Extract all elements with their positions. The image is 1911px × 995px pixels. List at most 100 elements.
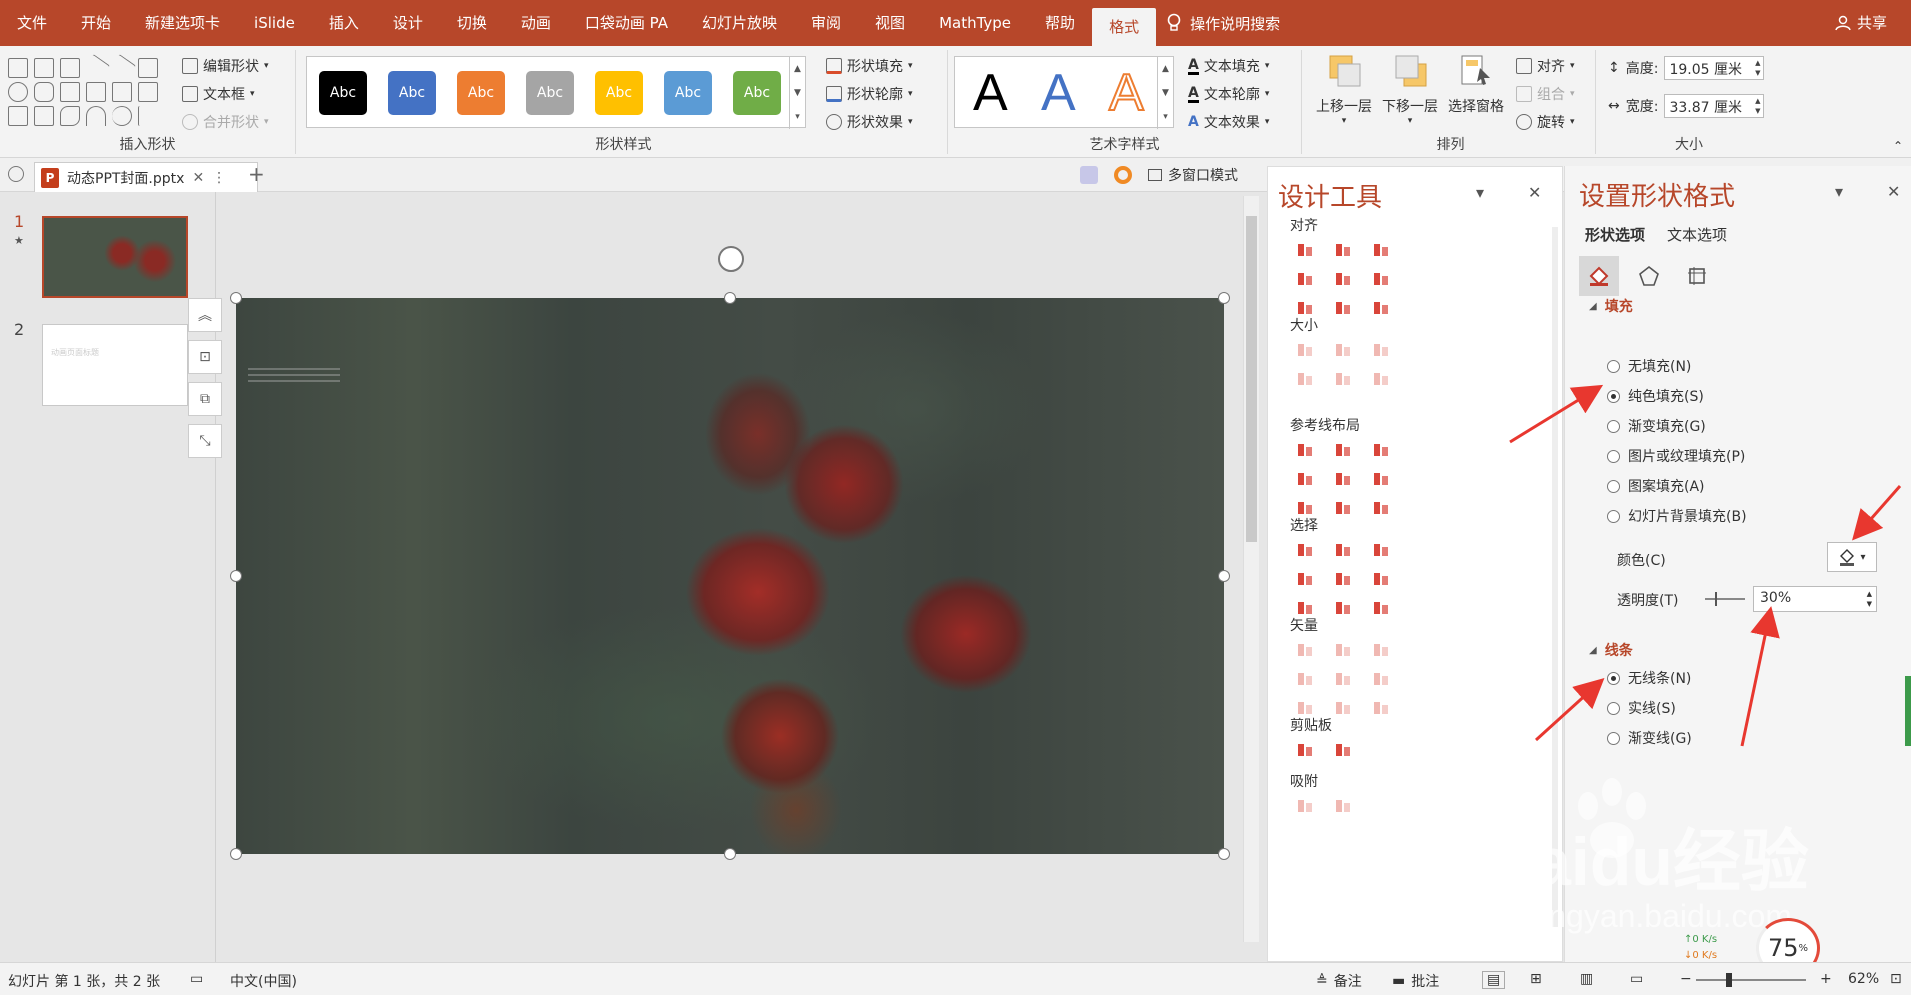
menu-help[interactable]: 帮助 <box>1028 0 1092 46</box>
right-arrow-shape-icon[interactable] <box>138 82 158 102</box>
menu-transitions[interactable]: 切换 <box>440 0 504 46</box>
slide-thumbnail-2[interactable]: 动画页面标题 <box>42 324 188 406</box>
design-tool-icon[interactable] <box>1332 297 1354 319</box>
radio-button[interactable] <box>1607 479 1620 493</box>
fit-to-window-icon[interactable]: ⊡ <box>1890 971 1902 987</box>
style-swatch-blue[interactable]: Abc <box>388 71 436 115</box>
design-tool-icon[interactable] <box>1332 497 1354 519</box>
menu-home[interactable]: 开始 <box>64 0 128 46</box>
shape-effect-button[interactable]: 形状效果 ▾ <box>826 112 913 132</box>
pane-edge-scrollbar[interactable] <box>1905 676 1911 746</box>
textbox-button[interactable]: 文本框 ▾ <box>182 84 255 104</box>
design-tool-icon[interactable] <box>1370 268 1392 290</box>
menu-animations[interactable]: 动画 <box>504 0 568 46</box>
design-tool-icon[interactable] <box>1370 597 1392 619</box>
design-tool-icon[interactable] <box>1332 239 1354 261</box>
menu-file[interactable]: 文件 <box>0 0 64 46</box>
width-input[interactable]: 33.87 厘米 ▲ ▼ <box>1664 94 1765 118</box>
resize-handle-tm[interactable] <box>724 292 736 304</box>
pentagon-shape-icon[interactable] <box>34 106 54 126</box>
arrow-line-shape-icon[interactable] <box>108 54 136 82</box>
resize-icon[interactable]: ⤡ <box>188 424 222 458</box>
tell-me-search[interactable]: 操作说明搜索 <box>1166 13 1280 34</box>
align-button[interactable]: 对齐 ▾ <box>1516 56 1575 76</box>
radio-button[interactable] <box>1607 509 1620 523</box>
collapse-tools-icon[interactable]: ︽ <box>188 298 222 332</box>
down-arrow-shape-icon[interactable] <box>8 106 28 126</box>
resize-handle-bl[interactable] <box>230 848 242 860</box>
transparency-slider[interactable] <box>1705 592 1745 606</box>
close-tab-icon[interactable]: ✕ <box>192 170 204 186</box>
design-tool-icon[interactable] <box>1332 597 1354 619</box>
menu-format[interactable]: 格式 <box>1092 8 1157 46</box>
design-tool-icon[interactable] <box>1332 568 1354 590</box>
wordart-orange-outline[interactable]: A <box>1108 63 1145 123</box>
design-tool-icon[interactable] <box>1332 697 1354 719</box>
elbow-connector-shape-icon[interactable] <box>86 82 106 102</box>
language-indicator[interactable]: 中文(中国) <box>230 971 297 991</box>
fill-color-picker[interactable]: ▾ <box>1827 542 1877 572</box>
resize-handle-bm[interactable] <box>724 848 736 860</box>
radio-button[interactable] <box>1607 701 1620 715</box>
radio-button[interactable] <box>1607 449 1620 463</box>
normal-view-icon[interactable]: ▤ <box>1482 971 1506 989</box>
fill-option[interactable]: 渐变填充(G) <box>1607 416 1706 436</box>
wordart-blue[interactable]: A <box>1041 63 1076 123</box>
zoom-slider-knob[interactable] <box>1726 973 1732 987</box>
rotate-handle[interactable] <box>718 246 744 272</box>
merge-shapes-button[interactable]: 合并形状 ▾ <box>182 112 269 132</box>
arrange-icon[interactable]: ⧉ <box>188 382 222 416</box>
arc-shape-icon[interactable] <box>86 106 106 126</box>
design-tool-icon[interactable] <box>1294 568 1316 590</box>
menu-slideshow[interactable]: 幻灯片放映 <box>685 0 794 46</box>
triangle-shape-icon[interactable] <box>60 82 80 102</box>
radio-button[interactable] <box>1607 359 1620 373</box>
shape-outline-button[interactable]: 形状轮廓 ▾ <box>826 84 913 104</box>
bring-forward-button[interactable]: 上移一层 ▾ <box>1312 54 1376 126</box>
design-tool-icon[interactable] <box>1370 668 1392 690</box>
resize-handle-ml[interactable] <box>230 570 242 582</box>
design-tool-icon[interactable] <box>1370 239 1392 261</box>
height-input[interactable]: 19.05 厘米 ▲ ▼ <box>1664 56 1765 80</box>
history-icon[interactable] <box>8 166 24 182</box>
line-section-header[interactable]: ◢ 线条 <box>1589 640 1633 660</box>
design-tool-icon[interactable] <box>1332 795 1354 817</box>
fill-section-header[interactable]: ◢ 填充 <box>1589 296 1633 316</box>
pane-options-icon[interactable]: ▾ <box>1476 183 1484 202</box>
text-fill-button[interactable]: A 文本填充 ▾ <box>1188 56 1269 76</box>
comments-button[interactable]: ▬ 批注 <box>1392 971 1439 991</box>
group-button[interactable]: 组合 ▾ <box>1516 84 1575 104</box>
document-tab[interactable]: P 动态PPT封面.pptx ✕ ⋮ <box>34 162 258 192</box>
design-tool-icon[interactable] <box>1294 739 1316 761</box>
reading-view-icon[interactable]: ▥ <box>1580 971 1593 987</box>
fill-option[interactable]: 纯色填充(S) <box>1607 386 1704 406</box>
design-tool-icon[interactable] <box>1370 539 1392 561</box>
design-tool-icon[interactable] <box>1332 268 1354 290</box>
brace-shape-icon[interactable] <box>138 106 158 126</box>
notes-button[interactable]: ≜ 备注 <box>1316 971 1362 991</box>
multi-window-button[interactable]: 多窗口模式 <box>1148 165 1238 185</box>
style-swatch-green[interactable]: Abc <box>733 71 781 115</box>
style-swatch-gold[interactable]: Abc <box>595 71 643 115</box>
pane-close-icon[interactable]: ✕ <box>1528 183 1541 202</box>
design-tool-icon[interactable] <box>1332 368 1354 390</box>
line-option[interactable]: 无线条(N) <box>1607 668 1691 688</box>
more-shapes-icon[interactable] <box>164 58 184 78</box>
shapes-gallery[interactable] <box>8 54 186 126</box>
oval-shape-icon[interactable] <box>8 82 28 102</box>
wordart-gallery-scroll[interactable]: ▲ ▼ ▾ <box>1157 57 1173 129</box>
zoom-level[interactable]: 62% <box>1848 971 1879 987</box>
curve-shape-icon[interactable] <box>112 106 132 126</box>
menu-insert[interactable]: 插入 <box>312 0 376 46</box>
design-tool-icon[interactable] <box>1370 639 1392 661</box>
menu-new-tab[interactable]: 新建选项卡 <box>128 0 237 46</box>
fill-option[interactable]: 图案填充(A) <box>1607 476 1705 496</box>
menu-islide[interactable]: iSlide <box>237 0 312 46</box>
design-tool-icon[interactable] <box>1294 239 1316 261</box>
styles-gallery-scroll[interactable]: ▲ ▼ ▾ <box>789 57 805 129</box>
bent-arrow-shape-icon[interactable] <box>112 82 132 102</box>
design-tool-icon[interactable] <box>1294 639 1316 661</box>
transparency-input[interactable]: 30% ▲ ▼ <box>1753 586 1877 612</box>
resize-handle-tl[interactable] <box>230 292 242 304</box>
vertical-textbox-shape-icon[interactable] <box>60 58 80 78</box>
